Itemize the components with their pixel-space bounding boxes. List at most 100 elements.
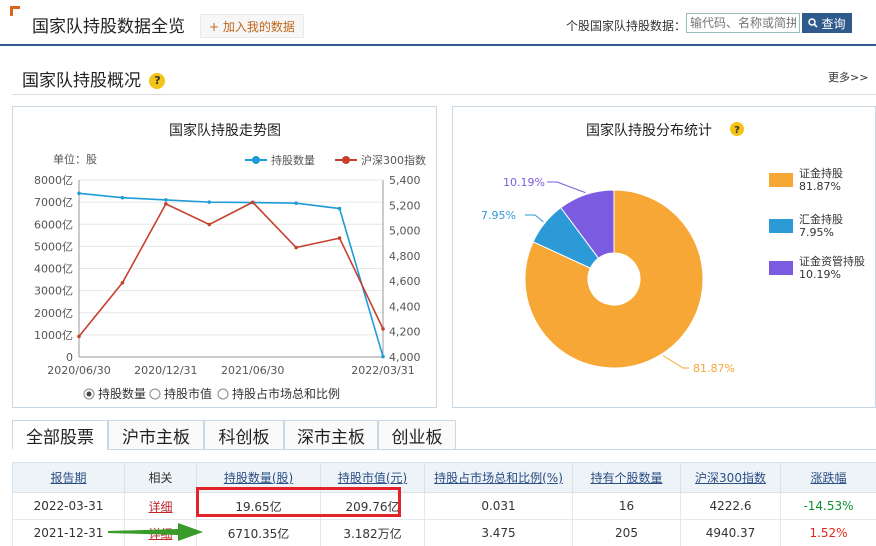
cell-stock-count: 16 (572, 492, 681, 520)
series-line-csi300 (78, 201, 384, 337)
data-point (120, 195, 125, 200)
y-right-tick: 5,400 (389, 174, 421, 187)
distribution-chart-panel: 国家队持股分布统计? 81.87% 7.95% 10.19% 证金持股 81.87% 汇金持… (452, 106, 876, 408)
cell-share-count: 6710.35亿 (196, 519, 321, 546)
cell-market-value: 3.182万亿 (320, 519, 425, 546)
green-arrow-icon (108, 523, 203, 541)
slice-label: 7.95% (481, 209, 516, 222)
y-right-tick: 4,200 (389, 326, 421, 339)
slice-label: 10.19% (503, 176, 545, 189)
search-button-label: 查询 (821, 16, 846, 31)
corner-mark-icon (10, 6, 20, 16)
legend-name: 证金持股 (799, 166, 843, 180)
overview-title-text: 国家队持股概况 (22, 71, 141, 91)
y-right-tick: 5,000 (389, 225, 421, 238)
legend-name: 汇金持股 (799, 212, 843, 226)
section-divider (12, 94, 876, 95)
cell-change: 1.52% (780, 519, 876, 546)
slice-leader-line (662, 355, 689, 369)
legend-swatch (769, 261, 793, 275)
x-tick-label: 2020/06/30 (47, 364, 110, 377)
y-right-tick: 4,600 (389, 275, 421, 288)
data-point (77, 191, 81, 196)
more-link[interactable]: 更多>> (828, 69, 868, 85)
legend-name: 证金资管持股 (799, 254, 865, 268)
y-left-tick: 3000亿 (34, 285, 73, 298)
y-left-tick: 2000亿 (34, 307, 73, 320)
tab-star-market[interactable]: 科创板 (204, 420, 284, 450)
trend-chart: 国家队持股走势图单位：股 持股数量 沪深300指数01000亿2000亿3000亿4… (34, 122, 426, 401)
trend-chart-panel: 国家队持股走势图 单位：股 持股数量 沪深300指数 0 1000亿 2000亿 3000亿 4… (12, 106, 437, 408)
data-point (381, 327, 385, 331)
data-point (164, 202, 168, 206)
col-change[interactable]: 涨跌幅 (780, 462, 876, 493)
data-point (337, 206, 342, 211)
slice-leader-line (525, 214, 544, 223)
radio-label: 持股数量 (98, 386, 146, 401)
data-point (207, 200, 212, 204)
y-right-tick: 5,200 (389, 199, 421, 212)
help-icon-mark: ? (734, 125, 740, 136)
col-market-ratio[interactable]: 持股占市场总和比例(%) (424, 462, 573, 493)
legend-marker (342, 156, 350, 164)
overview-title: 国家队持股概况 ? (22, 66, 166, 91)
y-right-tick: 4,400 (389, 300, 421, 313)
col-related: 相关 (124, 462, 197, 493)
tab-all-stocks[interactable]: 全部股票 (12, 420, 108, 450)
legend-label: 持股数量 (271, 153, 315, 167)
table-row: 2022-03-31 详细 19.65亿 209.76亿 0.031 16 42… (12, 492, 876, 520)
cell-csi300: 4222.6 (680, 492, 781, 520)
page-header: 国家队持股数据全览 + 加入我的数据 个股国家队持股数据： 查询 (0, 0, 876, 46)
search-label: 个股国家队持股数据： (566, 19, 687, 33)
x-tick-label: 2021/06/30 (221, 364, 284, 377)
radio-label: 持股占市场总和比例 (232, 386, 340, 401)
add-to-my-data-link[interactable]: + 加入我的数据 (200, 14, 304, 38)
col-csi300[interactable]: 沪深300指数 (680, 462, 781, 493)
cell-stock-count: 205 (572, 519, 681, 546)
tab-chinext[interactable]: 创业板 (378, 420, 456, 450)
y-left-tick: 6000亿 (34, 218, 73, 231)
y-left-tick: 0 (66, 351, 73, 364)
radio-button (149, 388, 161, 400)
y-left-tick: 8000亿 (34, 174, 73, 187)
radio-label: 持股市值 (164, 386, 212, 401)
cell-period: 2022-03-31 (12, 492, 125, 520)
cell-change: -14.53% (780, 492, 876, 520)
series-line-holding-count (78, 192, 384, 357)
y-left-tick: 7000亿 (34, 196, 73, 209)
data-point (294, 201, 298, 206)
detail-link[interactable]: 详细 (124, 492, 197, 520)
tab-sz-main-board[interactable]: 深市主板 (284, 420, 378, 450)
cell-market-ratio: 3.475 (424, 519, 573, 546)
distribution-chart: 国家队持股分布统计 ?81.87%7.95%10.19%证金持股81.87%汇金持… (481, 122, 865, 375)
search-button[interactable]: 查询 (802, 13, 852, 33)
stock-search-input[interactable] (686, 13, 800, 33)
y-left-tick: 1000亿 (34, 329, 73, 342)
y-right-tick: 4,000 (389, 351, 421, 364)
radio-dot (86, 391, 92, 397)
unit-label: 单位：股 (53, 152, 97, 166)
distribution-chart-title: 国家队持股分布统计 (586, 122, 712, 139)
tab-sh-main-board[interactable]: 沪市主板 (108, 420, 204, 450)
y-left-tick: 4000亿 (34, 263, 73, 276)
y-right-tick: 4,800 (389, 250, 421, 263)
legend-value: 81.87% (799, 180, 841, 193)
data-point (250, 200, 255, 205)
x-tick-label: 2020/12/31 (134, 364, 197, 377)
slice-label: 81.87% (693, 362, 735, 375)
legend-label: 沪深300指数 (361, 153, 426, 167)
data-point (337, 236, 342, 240)
data-point (207, 222, 212, 227)
help-icon[interactable]: ? (149, 73, 166, 89)
slice-leader-line (547, 181, 586, 194)
cell-csi300: 4940.37 (680, 519, 781, 546)
col-stock-count[interactable]: 持有个股数量 (572, 462, 681, 493)
y-left-tick: 5000亿 (34, 240, 73, 253)
search-icon (808, 18, 819, 28)
legend-value: 10.19% (799, 268, 841, 281)
data-point (77, 334, 81, 339)
x-tick-label: 2022/03/31 (351, 364, 414, 377)
data-point (381, 354, 385, 359)
radio-button (217, 388, 229, 400)
col-report-period[interactable]: 报告期 (12, 462, 125, 493)
